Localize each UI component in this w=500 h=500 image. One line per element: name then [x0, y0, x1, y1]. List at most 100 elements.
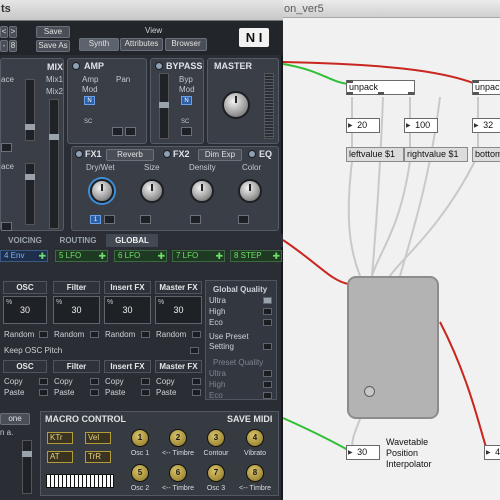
fx-mod-slot-1[interactable]	[104, 215, 115, 224]
macro-knob-7[interactable]: 7	[207, 464, 225, 482]
keep-osc-pitch-label[interactable]: Keep OSC Pitch	[4, 346, 62, 355]
quality-ultra[interactable]: Ultra	[209, 296, 226, 305]
paste-osc-button[interactable]: Paste	[4, 388, 24, 397]
tab-routing[interactable]: ROUTING	[52, 234, 104, 247]
copy-insert-fx-toggle[interactable]	[141, 378, 150, 385]
fx-size-knob[interactable]	[140, 179, 164, 203]
view-tab-synth[interactable]: Synth	[79, 38, 119, 51]
amp-badge[interactable]: N	[84, 96, 95, 105]
view-tab-browser[interactable]: Browser	[165, 38, 207, 51]
preset-quality-high[interactable]: High	[209, 380, 225, 389]
fx2-title[interactable]: FX2	[173, 149, 190, 159]
next-button[interactable]: >	[9, 26, 17, 38]
number-box-32[interactable]: 32	[472, 118, 500, 133]
mix-sc-2[interactable]	[1, 222, 12, 231]
random-osc-label[interactable]: Random	[4, 330, 34, 339]
fx2-led[interactable]	[163, 150, 171, 158]
amp-mod-slot-1[interactable]	[112, 127, 123, 136]
slot-8-button[interactable]: 8	[9, 40, 17, 52]
fx-mod-slot-2[interactable]	[140, 215, 151, 224]
number-box-30[interactable]: 30	[346, 445, 380, 460]
save-midi-button[interactable]: SAVE MIDI	[227, 414, 272, 424]
fx-mod-slot-4[interactable]	[238, 215, 249, 224]
preset-eco-toggle[interactable]	[263, 392, 272, 399]
grid-value-osc[interactable]: % 30	[3, 296, 47, 324]
macro-ktr-button[interactable]: KTr	[47, 432, 73, 444]
random-master-fx-toggle[interactable]	[192, 331, 201, 338]
bottom-left-select[interactable]: one	[0, 413, 30, 425]
fx1-type-select[interactable]: Reverb	[106, 149, 154, 161]
mod-7lfo[interactable]: 7 LFO ✚	[172, 250, 225, 262]
macro-knob-1[interactable]: 1	[131, 429, 149, 447]
random-insert-fx-label[interactable]: Random	[105, 330, 135, 339]
bypass-fader[interactable]	[159, 73, 169, 139]
paste-master-fx-button[interactable]: Paste	[156, 388, 176, 397]
view-tab-attributes[interactable]: Attributes	[120, 38, 163, 51]
unpack-object-1[interactable]: unpack	[346, 80, 415, 95]
number-box-100[interactable]: 100	[404, 118, 438, 133]
mix-sc-1[interactable]	[1, 143, 12, 152]
eq-title[interactable]: EQ	[259, 149, 272, 159]
preset-quality-eco[interactable]: Eco	[209, 391, 223, 400]
grid-value-master-fx[interactable]: % 30	[155, 296, 202, 324]
message-bottomvalue[interactable]: bottom	[472, 147, 500, 162]
fx2-type-select[interactable]: Dim Exp	[198, 149, 242, 161]
pictslider-knob[interactable]	[364, 386, 375, 397]
paste-filter-button[interactable]: Paste	[54, 388, 74, 397]
amp-mod-slot-2[interactable]	[125, 127, 136, 136]
eq-led[interactable]	[248, 150, 256, 158]
amp-enable-led[interactable]	[72, 62, 80, 70]
mod-8step[interactable]: 8 STEP ✚	[230, 250, 282, 262]
copy-osc-button[interactable]: Copy	[4, 377, 23, 386]
quality-high-toggle[interactable]	[263, 308, 272, 315]
mod-4env[interactable]: 4 Env ✚	[0, 250, 48, 262]
paste-master-fx-toggle[interactable]	[192, 389, 201, 396]
mix-fader-2[interactable]	[25, 163, 35, 225]
grid-value-filter[interactable]: % 30	[53, 296, 100, 324]
quality-ultra-toggle[interactable]	[263, 297, 272, 304]
copy-master-fx-button[interactable]: Copy	[156, 377, 175, 386]
random-insert-fx-toggle[interactable]	[141, 331, 150, 338]
fx-density-knob[interactable]	[190, 179, 214, 203]
save-button[interactable]: Save	[36, 26, 70, 38]
mod-6lfo[interactable]: 6 LFO ✚	[114, 250, 167, 262]
copy-filter-toggle[interactable]	[90, 378, 99, 385]
tab-global[interactable]: GLOBAL	[106, 234, 158, 247]
macro-knob-5[interactable]: 5	[131, 464, 149, 482]
random-filter-toggle[interactable]	[90, 331, 99, 338]
paste-insert-fx-toggle[interactable]	[141, 389, 150, 396]
mix-fader-1[interactable]	[25, 79, 35, 141]
macro-knob-2[interactable]: 2	[169, 429, 187, 447]
preset-ultra-toggle[interactable]	[263, 370, 272, 377]
master-volume-knob[interactable]	[222, 91, 250, 119]
message-rightvalue[interactable]: rightvalue $1	[404, 147, 468, 162]
macro-vel-button[interactable]: Vel	[85, 432, 111, 444]
preset-high-toggle[interactable]	[263, 381, 272, 388]
tab-voicing[interactable]: VOICING	[0, 234, 50, 247]
copy-master-fx-toggle[interactable]	[192, 378, 201, 385]
copy-osc-toggle[interactable]	[39, 378, 48, 385]
paste-insert-fx-button[interactable]: Paste	[105, 388, 125, 397]
bypass-mod-slot[interactable]	[181, 127, 192, 136]
paste-filter-toggle[interactable]	[90, 389, 99, 396]
unpack-object-2[interactable]: unpack	[472, 80, 500, 95]
use-preset-toggle[interactable]	[263, 343, 272, 350]
macro-trr-button[interactable]: TrR	[85, 451, 111, 463]
macro-knob-3[interactable]: 3	[207, 429, 225, 447]
copy-insert-fx-button[interactable]: Copy	[105, 377, 124, 386]
save-as-button[interactable]: Save As	[36, 40, 70, 52]
fx1-led[interactable]	[75, 150, 83, 158]
bypass-badge[interactable]: N	[181, 96, 192, 105]
grid-value-insert-fx[interactable]: % 30	[104, 296, 151, 324]
mod-5lfo[interactable]: 5 LFO ✚	[55, 250, 108, 262]
random-filter-label[interactable]: Random	[54, 330, 84, 339]
fx-drywet-knob[interactable]	[90, 179, 114, 203]
message-leftvalue[interactable]: leftvalue $1	[346, 147, 404, 162]
fx-color-knob[interactable]	[238, 179, 262, 203]
number-box-20[interactable]: 20	[346, 118, 380, 133]
bypass-led[interactable]	[155, 62, 163, 70]
quality-eco-toggle[interactable]	[263, 319, 272, 326]
quality-high[interactable]: High	[209, 307, 225, 316]
quality-eco[interactable]: Eco	[209, 318, 223, 327]
macro-at-button[interactable]: AT	[47, 451, 73, 463]
